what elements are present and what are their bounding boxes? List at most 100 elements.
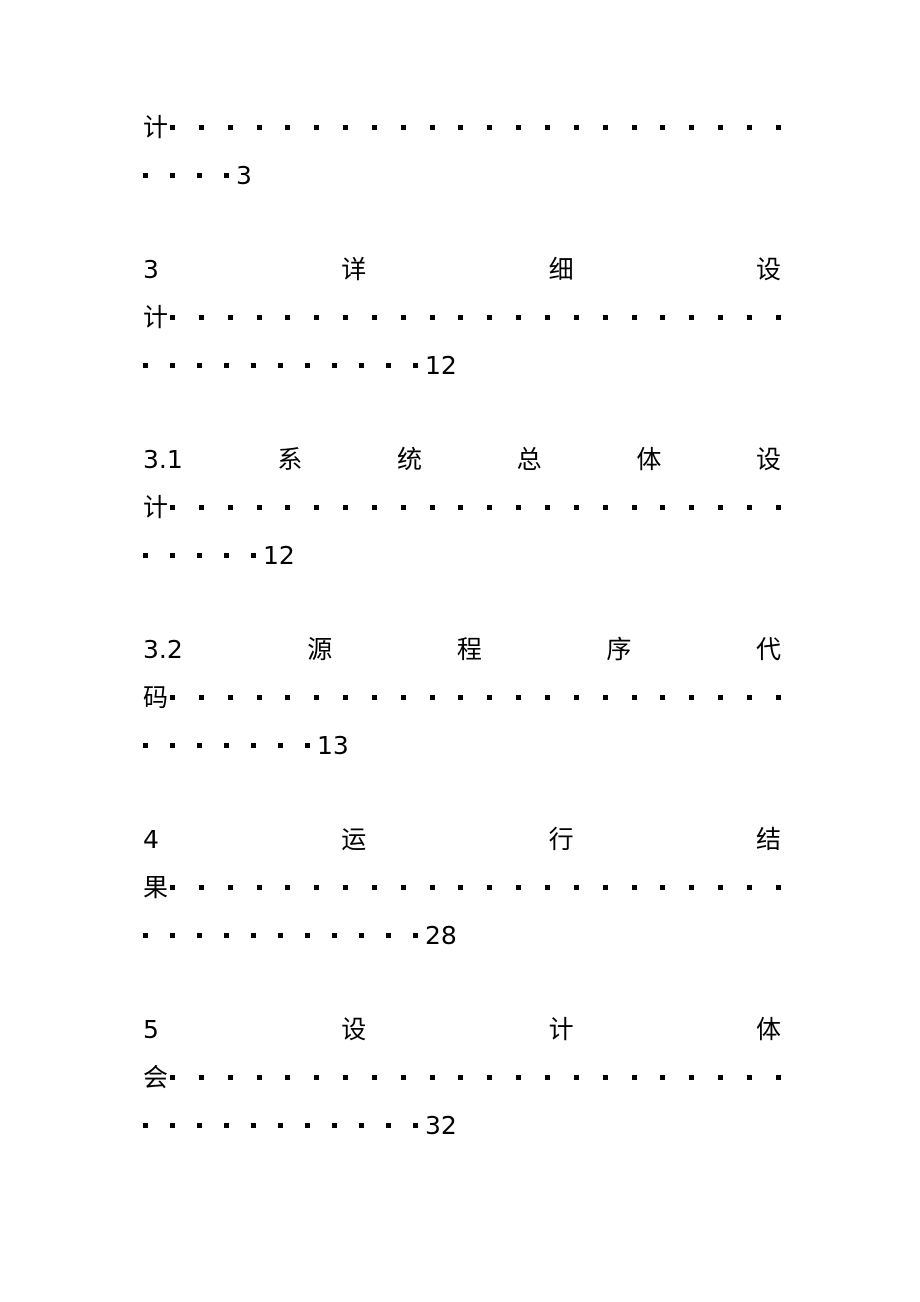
dot-leader-tail: 12 (143, 543, 295, 568)
leader-dot (170, 932, 175, 938)
leader-dot (197, 1122, 202, 1128)
leader-dot (170, 362, 175, 368)
leader-dot (386, 1122, 391, 1128)
dot-leader (143, 552, 256, 558)
leader-dot (343, 314, 349, 320)
toc-entry[interactable]: 计3 (143, 103, 781, 199)
leader-dot (689, 884, 695, 890)
leader-dot (224, 1122, 229, 1128)
toc-entry-title-char: 设 (755, 444, 781, 474)
leader-dot (305, 1122, 310, 1128)
toc-entry-title-char: 统 (397, 444, 423, 474)
toc-entry-page-number[interactable]: 3 (236, 163, 252, 188)
leader-dot (544, 504, 550, 510)
leader-dot (285, 124, 291, 130)
toc-entry[interactable]: 3 详 细 设计 12 (143, 245, 781, 389)
toc-entry-title-char: 体 (636, 444, 662, 474)
leader-dot (413, 1122, 418, 1128)
leader-dot (227, 884, 233, 890)
leader-dot (343, 884, 349, 890)
toc-entry-page-number[interactable]: 28 (425, 923, 457, 948)
document-page: 计 3 3 详细设计 12 3.1 系统总体设计 12 3.2 源程序代码 13 4 运行结果 28 5 设计… (0, 0, 920, 1302)
leader-dot (718, 314, 724, 320)
toc-entry-page-number[interactable]: 13 (317, 733, 349, 758)
leader-dot (516, 694, 522, 700)
toc-entry[interactable]: 3.2 源 程 序 代码 13 (143, 625, 781, 769)
leader-dot (278, 932, 283, 938)
leader-dot (359, 1122, 364, 1128)
leader-dot (198, 124, 204, 130)
toc-entry[interactable]: 3.1 系 统 总 体 设计 12 (143, 435, 781, 579)
leader-dot (631, 694, 637, 700)
leader-dot (458, 314, 464, 320)
toc-entry-title-char: 会 (143, 1062, 169, 1092)
dot-leader-tail: 13 (143, 733, 349, 758)
leader-dot (516, 124, 522, 130)
toc-entry-title-char: 码 (143, 682, 169, 712)
leader-dot (775, 884, 781, 890)
toc-entry-page-number[interactable]: 32 (425, 1113, 457, 1138)
dot-leader (170, 314, 781, 320)
leader-dot (487, 694, 493, 700)
leader-dot (516, 504, 522, 510)
leader-dot (746, 314, 752, 320)
leader-dot (143, 932, 148, 938)
leader-dot (198, 1074, 204, 1080)
toc-entry-title-char: 运 (341, 824, 367, 854)
leader-dot (775, 694, 781, 700)
leader-dot (746, 1074, 752, 1080)
toc-entry-page-number[interactable]: 12 (263, 543, 295, 568)
leader-dot (573, 884, 579, 890)
leader-dot (224, 552, 229, 558)
leader-dot (400, 314, 406, 320)
leader-dot (170, 504, 176, 510)
leader-dot (251, 932, 256, 938)
leader-dot (170, 694, 176, 700)
toc-entry-page-number[interactable]: 12 (425, 353, 457, 378)
leader-dot (314, 1074, 320, 1080)
leader-dot (197, 362, 202, 368)
leader-dot (631, 124, 637, 130)
leader-dot (371, 314, 377, 320)
leader-dot (660, 694, 666, 700)
leader-dot (343, 694, 349, 700)
leader-dot (689, 694, 695, 700)
leader-dot (660, 314, 666, 320)
toc-entry-number: 4 (143, 824, 159, 854)
leader-dot (332, 932, 337, 938)
leader-dot (400, 694, 406, 700)
dot-leader (143, 932, 418, 938)
toc-entry-page-line: 32 (143, 1101, 781, 1149)
leader-dot (143, 1122, 148, 1128)
toc-entry-number: 3 (143, 254, 159, 284)
leader-dot (746, 504, 752, 510)
leader-dot (602, 504, 608, 510)
leader-dot (170, 742, 175, 748)
dot-leader-tail: 3 (143, 163, 252, 188)
leader-dot (314, 504, 320, 510)
leader-dot (516, 314, 522, 320)
toc-entry-title-char: 计 (143, 302, 169, 332)
leader-dot (660, 124, 666, 130)
toc-entry-leader-line: 会 (143, 1053, 781, 1101)
leader-dot (413, 932, 418, 938)
leader-dot (487, 884, 493, 890)
leader-dot (573, 694, 579, 700)
leader-dot (775, 504, 781, 510)
leader-dot (227, 314, 233, 320)
leader-dot (516, 884, 522, 890)
toc-entry-title-char: 代 (755, 634, 781, 664)
leader-dot (429, 884, 435, 890)
leader-dot (660, 1074, 666, 1080)
leader-dot (573, 124, 579, 130)
toc-entry-title-char: 果 (143, 872, 169, 902)
leader-dot (371, 504, 377, 510)
leader-dot (602, 314, 608, 320)
leader-dot (775, 1074, 781, 1080)
leader-dot (458, 504, 464, 510)
leader-dot (689, 504, 695, 510)
leader-dot (170, 1122, 175, 1128)
toc-entry-number: 3.1 (143, 444, 183, 474)
toc-entry[interactable]: 5 设 计 体会 32 (143, 1005, 781, 1149)
toc-entry[interactable]: 4 运 行 结果 28 (143, 815, 781, 959)
